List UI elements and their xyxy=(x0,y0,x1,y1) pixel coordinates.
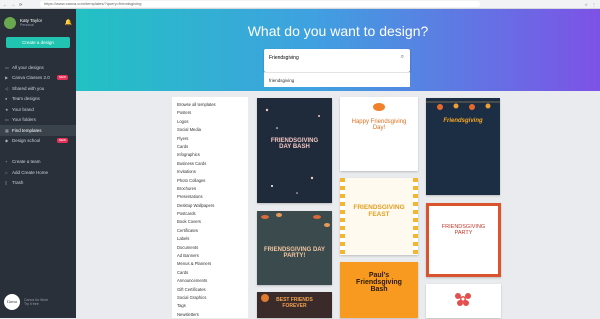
user-plan: Personal xyxy=(20,23,34,27)
profile[interactable]: Katy Taylor Personal 🔔 xyxy=(0,9,76,33)
search-box: ⌕ xyxy=(264,49,410,72)
browser-bar: ← → ⟳ https://www.canva.com/templates/?q… xyxy=(0,0,600,9)
back-icon[interactable]: ← xyxy=(3,2,7,7)
new-badge: NEW xyxy=(57,74,68,80)
category-item[interactable]: Menus & Planners xyxy=(177,260,243,268)
new-badge: NEW xyxy=(57,137,68,143)
category-item[interactable]: Postcards xyxy=(177,210,243,218)
play-icon: ▶ xyxy=(5,75,9,81)
sidebar-item-classes[interactable]: ▶ Canva Classes 2.0 NEW xyxy=(0,73,76,84)
template-card[interactable]: FRIENDSGIVING DAY BASH xyxy=(257,98,332,203)
category-item[interactable]: Certificates xyxy=(177,227,243,235)
address-bar[interactable]: https://www.canva.com/templates/?query=f… xyxy=(40,1,480,7)
template-icon: ▦ xyxy=(5,127,9,133)
sidebar-item-all-designs[interactable]: ▭ All your designs xyxy=(0,62,76,73)
brand-icon: ★ xyxy=(5,106,9,112)
category-item[interactable]: Cards xyxy=(177,269,243,277)
hero-banner: What do you want to design? ⌕ friendsgiv… xyxy=(76,9,600,91)
category-item[interactable]: Browse all templates xyxy=(177,101,243,109)
sidebar-nav: ▭ All your designs ▶ Canva Classes 2.0 N… xyxy=(0,62,76,188)
sidebar-item-team-designs[interactable]: ● Team designs xyxy=(0,94,76,105)
sidebar-item-home[interactable]: ⌂ Add Create Home xyxy=(0,167,76,178)
team-promo-sub: Try it free xyxy=(24,302,39,306)
pumpkin-icon xyxy=(373,103,385,111)
canva-logo: Canva xyxy=(4,294,20,310)
template-card[interactable]: Happy Friendsgiving Day! xyxy=(340,97,418,171)
template-title: Paul's Friendsgiving Bash xyxy=(356,272,402,293)
folder-icon: ▭ xyxy=(5,64,9,70)
home-icon: ⌂ xyxy=(5,169,8,175)
template-title: Happy Friendsgiving Day! xyxy=(351,119,407,131)
template-card[interactable] xyxy=(426,284,501,318)
template-card[interactable]: FRIENDSGIVING FEAST xyxy=(340,178,418,255)
category-item[interactable]: Book Covers xyxy=(177,218,243,226)
category-item[interactable]: Presentations xyxy=(177,193,243,201)
add-team-icon: + xyxy=(5,159,8,165)
template-card[interactable]: Paul's Friendsgiving Bash xyxy=(340,262,418,318)
category-item[interactable]: Desktop Wallpapers xyxy=(177,202,243,210)
template-title: FRIENDSGIVING DAY BASH xyxy=(270,138,319,150)
sidebar-item-folders[interactable]: ▭ Your folders xyxy=(0,115,76,126)
trash-icon: ▯ xyxy=(5,180,8,186)
template-title: FRIENDSGIVING FEAST xyxy=(353,204,405,218)
category-item[interactable]: Invitations xyxy=(177,168,243,176)
category-item[interactable]: Brochures xyxy=(177,185,243,193)
template-card[interactable]: FRIENDSGIVING PARTY xyxy=(426,203,501,277)
bell-icon[interactable]: 🔔 xyxy=(65,19,72,26)
sidebar-item-shared[interactable]: ◁ Shared with you xyxy=(0,83,76,94)
share-icon: ◁ xyxy=(5,85,9,91)
team-icon: ● xyxy=(5,96,8,102)
search-icon[interactable]: ⌕ xyxy=(401,54,404,61)
category-item[interactable]: Gift Certificates xyxy=(177,286,243,294)
sidebar-item-templates[interactable]: ▦ Find templates xyxy=(0,125,76,136)
folder-icon: ▭ xyxy=(5,117,9,123)
sidebar: Katy Taylor Personal 🔔 Create a design ▭… xyxy=(0,9,76,318)
reload-icon[interactable]: ⟳ xyxy=(19,2,22,7)
menu-icon[interactable]: ⋮ xyxy=(592,2,596,7)
template-title: FRIENDSGIVING PARTY xyxy=(441,224,486,236)
category-item[interactable]: Documents xyxy=(177,244,243,252)
category-item[interactable]: Flyers xyxy=(177,135,243,143)
avatar[interactable] xyxy=(4,16,16,29)
decoration-dots xyxy=(265,108,320,194)
lantern-decoration xyxy=(426,101,500,110)
category-item[interactable]: Posters xyxy=(177,109,243,117)
flower-icon xyxy=(455,293,471,306)
search-suggestion[interactable]: friendsgiving xyxy=(264,72,410,87)
create-design-button[interactable]: Create a design xyxy=(6,37,70,48)
template-card[interactable]: FRIENDSGIVING DAY PARTY! xyxy=(257,211,332,285)
category-list: Browse all templates Posters Logos Socia… xyxy=(172,97,248,318)
category-item[interactable]: Tags xyxy=(177,302,243,310)
sidebar-item-design-school[interactable]: ◆ Design school NEW xyxy=(0,136,76,147)
template-title: FRIENDSGIVING DAY PARTY! xyxy=(263,247,326,259)
browser-extensions: ☆ ⋮ xyxy=(584,2,600,7)
sidebar-item-create-team[interactable]: + Create a team xyxy=(0,157,76,168)
template-card[interactable]: Friendsgiving xyxy=(426,98,500,195)
page-title: What do you want to design? xyxy=(247,23,429,39)
category-item[interactable]: Business Cards xyxy=(177,160,243,168)
category-item[interactable]: Logos xyxy=(177,118,243,126)
browser-nav: ← → ⟳ xyxy=(0,2,40,7)
search-input[interactable] xyxy=(269,55,389,61)
category-item[interactable]: Infographics xyxy=(177,151,243,159)
star-icon[interactable]: ☆ xyxy=(584,2,588,7)
sidebar-item-trash[interactable]: ▯ Trash xyxy=(0,178,76,189)
category-item[interactable]: Announcements xyxy=(177,277,243,285)
sidebar-item-brand[interactable]: ★ Your brand xyxy=(0,104,76,115)
template-title: Friendsgiving xyxy=(443,118,483,124)
category-item[interactable]: Cards xyxy=(177,143,243,151)
template-title: BEST FRIENDS FOREVER xyxy=(276,297,313,309)
template-card[interactable]: BEST FRIENDS FOREVER xyxy=(257,292,332,318)
category-item[interactable]: Labels xyxy=(177,235,243,243)
category-item[interactable]: Photo Collages xyxy=(177,177,243,185)
category-item[interactable]: Social Media xyxy=(177,126,243,134)
forward-icon[interactable]: → xyxy=(11,2,15,7)
team-promo[interactable]: Canva Canva for Work Try it free xyxy=(4,294,48,310)
category-item[interactable]: Social Graphics xyxy=(177,294,243,302)
school-icon: ◆ xyxy=(5,138,9,144)
category-item[interactable]: Ad Banners xyxy=(177,252,243,260)
